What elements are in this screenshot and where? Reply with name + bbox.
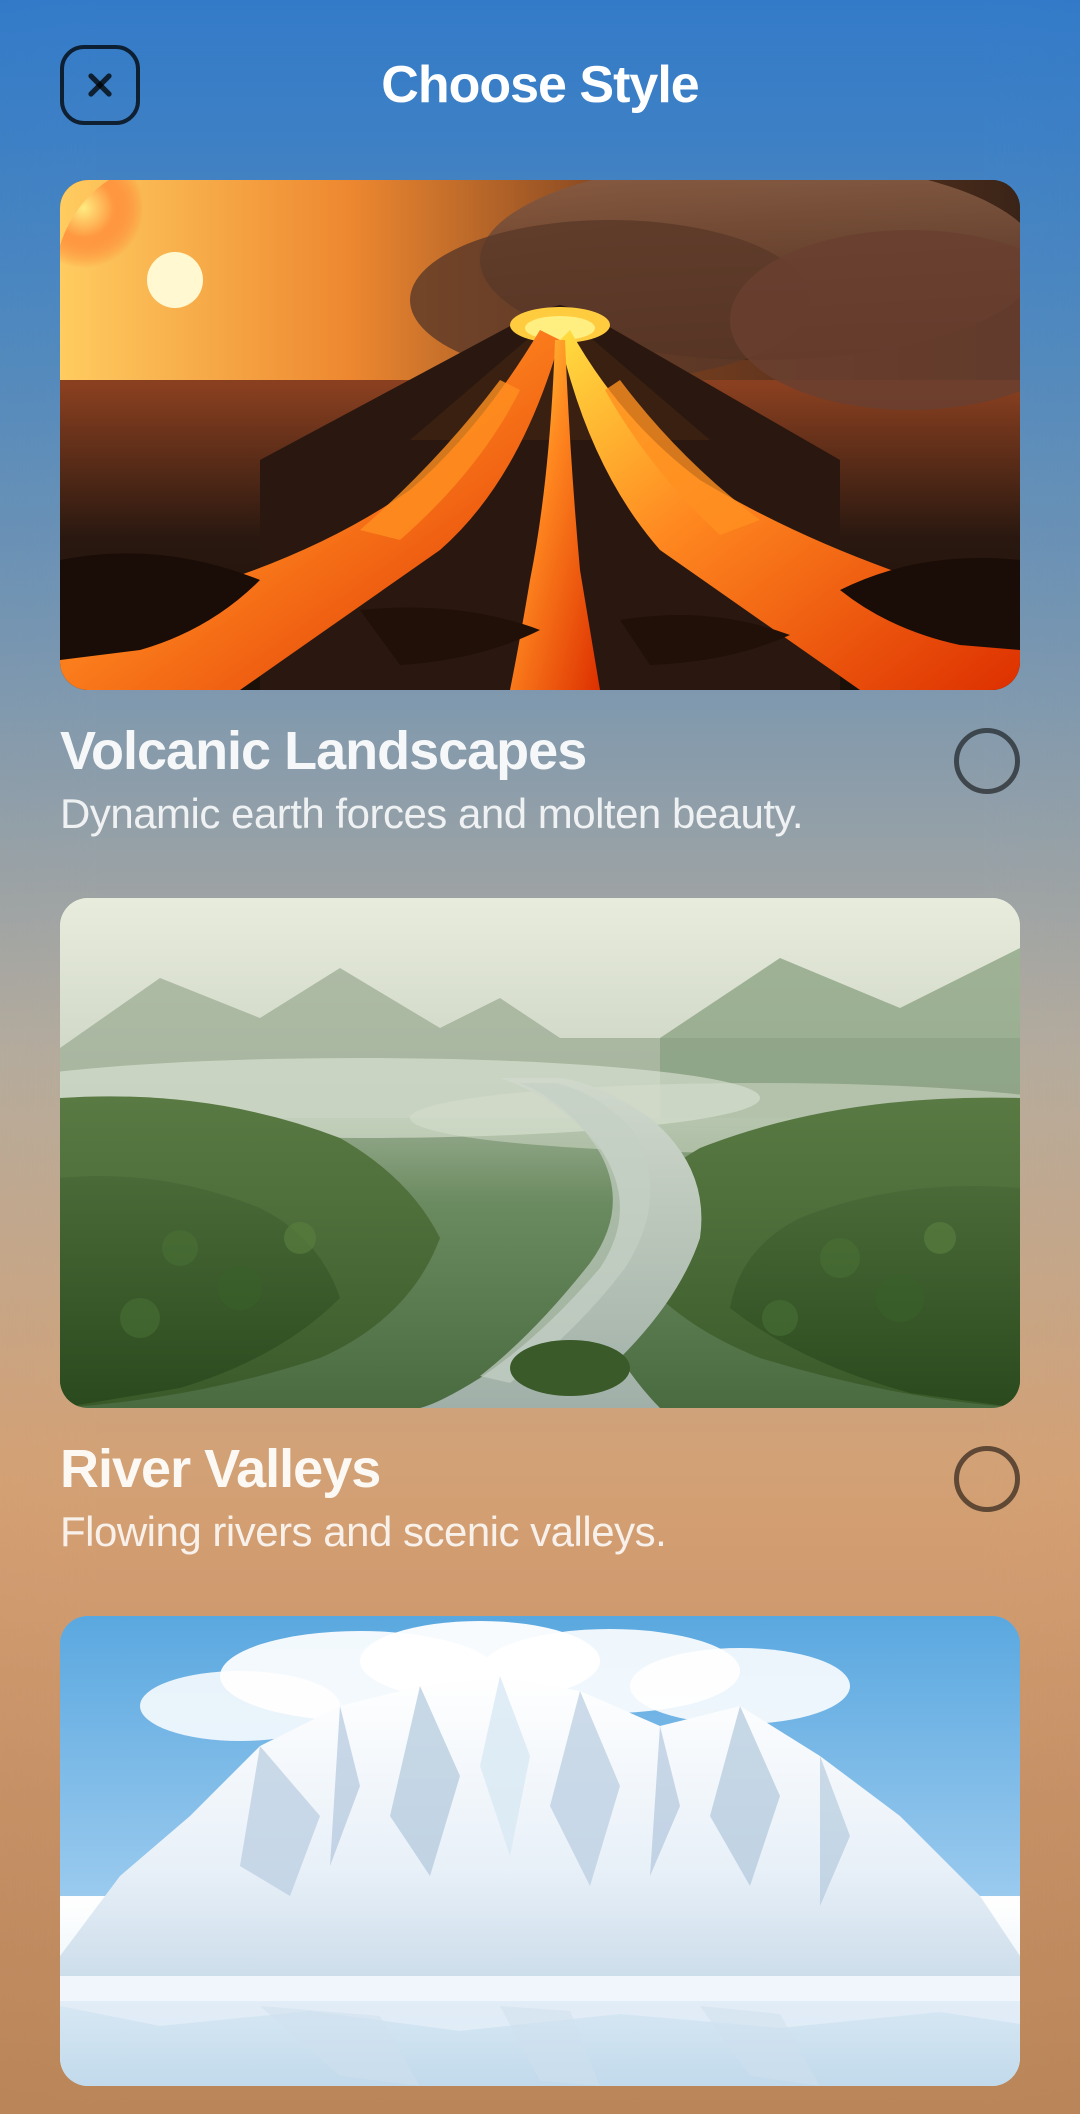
close-button[interactable]: [60, 45, 140, 125]
style-image-volcanic: [60, 180, 1020, 690]
style-title: Volcanic Landscapes: [60, 720, 924, 782]
radio-button-river[interactable]: [954, 1446, 1020, 1512]
header: Choose Style: [60, 40, 1020, 130]
style-title: River Valleys: [60, 1438, 924, 1500]
style-description: Flowing rivers and scenic valleys.: [60, 1508, 924, 1556]
style-card-river[interactable]: River Valleys Flowing rivers and scenic …: [60, 898, 1020, 1556]
close-icon: [82, 67, 118, 103]
style-description: Dynamic earth forces and molten beauty.: [60, 790, 924, 838]
style-card-snow[interactable]: [60, 1616, 1020, 2086]
style-card-volcanic[interactable]: Volcanic Landscapes Dynamic earth forces…: [60, 180, 1020, 838]
style-image-snow: [60, 1616, 1020, 2086]
page-title: Choose Style: [381, 55, 698, 115]
style-image-river: [60, 898, 1020, 1408]
radio-button-volcanic[interactable]: [954, 728, 1020, 794]
